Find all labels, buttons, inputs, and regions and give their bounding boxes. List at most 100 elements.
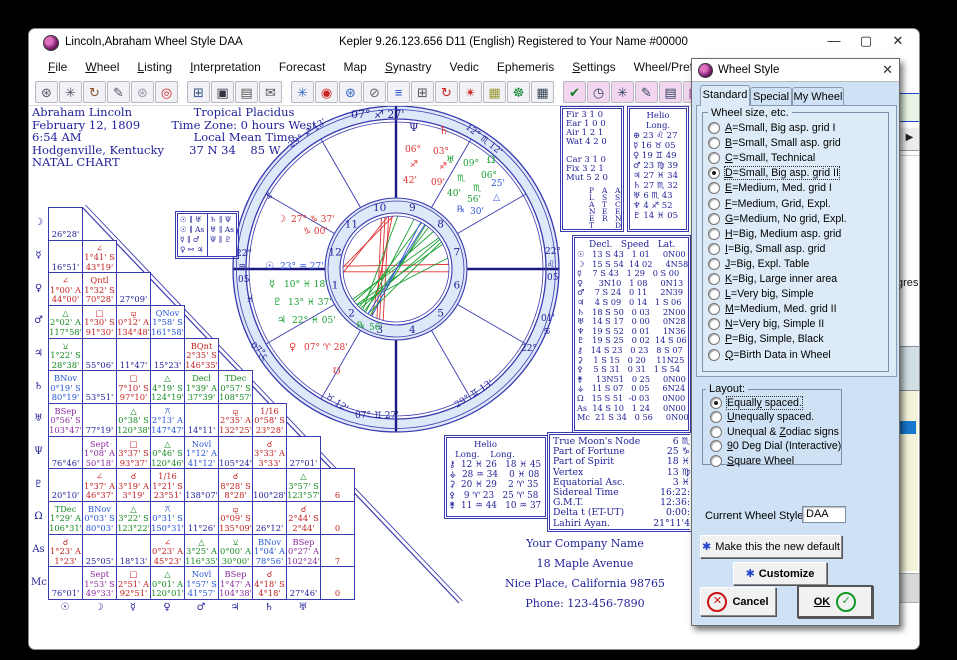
layout-radio[interactable]: Equally spaced. xyxy=(710,396,802,410)
aspect-grid-cell: △3°57' S123°57' xyxy=(286,468,321,502)
dialog-close-icon[interactable]: ✕ xyxy=(882,62,893,78)
refresh-icon[interactable]: ↻ xyxy=(435,81,458,103)
print-icon[interactable]: ▤ xyxy=(235,81,258,103)
customize-button[interactable]: ✱ Customize xyxy=(733,562,827,585)
radio-icon xyxy=(708,167,720,179)
aspect-grid-cell: 100°28' xyxy=(252,468,287,502)
menu-ephemeris[interactable]: Ephemeris xyxy=(488,58,563,76)
radio-label: M=Medium, Med. grid II xyxy=(725,303,837,315)
dharma-icon[interactable]: ☸ xyxy=(507,81,530,103)
wheel-size-radio[interactable]: K=Big, Large inner area xyxy=(708,272,837,286)
svg-text:09°: 09° xyxy=(463,159,479,169)
svg-text:30': 30' xyxy=(470,207,484,217)
svg-text:7: 7 xyxy=(454,247,461,259)
check-icon[interactable]: ✔ xyxy=(563,81,586,103)
aspect-grid-cell: ∠0°23' A45°23' xyxy=(150,534,185,568)
wheel-size-radio[interactable]: P=Big, Simple, Black xyxy=(708,332,824,346)
wheel-size-radio[interactable]: Q=Birth Data in Wheel xyxy=(708,348,831,362)
menu-file[interactable]: File xyxy=(39,58,76,76)
radio-label: K=Big, Large inner area xyxy=(725,273,837,285)
ok-button[interactable]: OK ✓ xyxy=(797,585,873,618)
listing-icon[interactable]: ≡ xyxy=(387,81,410,103)
aspect-grid-cell: ∠1°41' S43°19' xyxy=(82,240,117,274)
pages-icon[interactable]: ⊞ xyxy=(411,81,434,103)
report-icon[interactable]: ▤ xyxy=(659,81,682,103)
toolbar-gap xyxy=(179,82,186,102)
mail-icon[interactable]: ✉ xyxy=(259,81,282,103)
aspect-grid-cell: BNov0°19' S80°19' xyxy=(48,370,83,404)
tab-standard[interactable]: Standard xyxy=(700,85,750,106)
declination-speed-latitude-table: Decl. Speed Lat.☉ 13 S 43 1 01 0N00 ☽ 15… xyxy=(574,237,689,431)
aspect-grid-cell: 20°10' xyxy=(48,468,83,502)
wheel-alt-icon[interactable]: ✳ xyxy=(59,81,82,103)
svg-text:2: 2 xyxy=(348,308,355,320)
wheel-size-radio[interactable]: B=Small, Small asp. grid xyxy=(708,136,841,150)
aspect-grid-row-glyph: ☿ xyxy=(31,250,46,261)
save-icon[interactable]: ▣ xyxy=(211,81,234,103)
layout-radio[interactable]: Square Wheel xyxy=(710,454,794,468)
calendar-icon[interactable]: ▦ xyxy=(531,81,554,103)
svg-text:56': 56' xyxy=(369,323,383,333)
target-icon[interactable]: ◎ xyxy=(155,81,178,103)
wheel-size-radio[interactable]: C=Small, Technical xyxy=(708,151,815,165)
close-button[interactable]: ✕ xyxy=(883,33,913,49)
wheel-size-radio[interactable]: F=Medium, Grid, Expl. xyxy=(708,197,831,211)
wheel-size-radio[interactable]: A=Small, Big asp. grid I xyxy=(708,121,835,135)
clock-icon[interactable]: ◷ xyxy=(587,81,610,103)
minimize-button[interactable]: — xyxy=(819,33,849,48)
biwheel-icon[interactable]: ✳ xyxy=(291,81,314,103)
svg-text:♅: ♅ xyxy=(446,155,455,166)
menu-forecast[interactable]: Forecast xyxy=(270,58,335,76)
aspect-grid-row-glyph: Mc xyxy=(31,577,46,588)
wheel-size-radio[interactable]: I=Big, Small asp. grid xyxy=(708,242,825,256)
tab-special[interactable]: Special xyxy=(750,87,792,105)
aspect-grid-cell: Sept1°53' S49°33' xyxy=(82,566,117,600)
make-default-button[interactable]: ✱ Make this the new default xyxy=(700,535,842,558)
wheel-pair-icon[interactable]: ⊛ xyxy=(339,81,362,103)
wheel-edit-icon[interactable]: ✎ xyxy=(107,81,130,103)
menu-map[interactable]: Map xyxy=(335,58,376,76)
aspect-grid-cell: 105°24' xyxy=(218,436,253,470)
wheel-size-radio[interactable]: N=Very big, Simple II xyxy=(708,317,824,331)
chart-copy-icon[interactable]: ⊞ xyxy=(187,81,210,103)
wheel-size-radio[interactable]: H=Big, Medium asp. grid xyxy=(708,227,841,241)
wheel-size-radio[interactable]: J=Big, Expl. Table xyxy=(708,257,809,271)
layout-radio[interactable]: 90 Deg Dial (Interactive) xyxy=(710,439,841,453)
menu-settings[interactable]: Settings xyxy=(563,58,624,76)
wheel-size-radio[interactable]: D=Small, Big asp. grid II xyxy=(708,166,839,180)
wheel-target-icon[interactable]: ◉ xyxy=(315,81,338,103)
menu-wheel[interactable]: Wheel xyxy=(76,58,128,76)
maximize-button[interactable]: ▢ xyxy=(851,33,881,49)
wheel-size-radio[interactable]: L=Very big, Simple xyxy=(708,287,814,301)
background-arrow-button[interactable]: ▶ xyxy=(898,127,920,151)
current-style-input[interactable]: DAA xyxy=(802,506,846,523)
radio-label: 90 Deg Dial (Interactive) xyxy=(727,440,841,452)
percent-icon[interactable]: ⊘ xyxy=(363,81,386,103)
layout-radio[interactable]: Unequally spaced. xyxy=(710,410,814,424)
aspect-grid-row-glyph: As xyxy=(31,544,46,555)
wheel-size-radio[interactable]: G=Medium, No grid, Expl. xyxy=(708,212,847,226)
radio-label: Unequal & Zodiac signs xyxy=(727,426,839,438)
tab-my-wheel[interactable]: My Wheel xyxy=(792,87,844,105)
svg-text:♇: ♇ xyxy=(273,297,282,308)
menu-synastry[interactable]: Synastry xyxy=(376,58,441,76)
wheel-icon[interactable]: ⊛ xyxy=(35,81,58,103)
menu-vedic[interactable]: Vedic xyxy=(441,58,488,76)
wheel-size-radio[interactable]: M=Medium, Med. grid II xyxy=(708,302,837,316)
grid-wheel-icon[interactable]: ▦ xyxy=(483,81,506,103)
star-icon[interactable]: ✴ xyxy=(459,81,482,103)
wheel-time-icon[interactable]: ✳ xyxy=(611,81,634,103)
menu-listing[interactable]: Listing xyxy=(128,58,181,76)
background-green-box xyxy=(898,93,920,122)
menu-interpretation[interactable]: Interpretation xyxy=(181,58,270,76)
wheel-back-icon[interactable]: ↻ xyxy=(83,81,106,103)
layout-radio[interactable]: Unequal & Zodiac signs xyxy=(710,425,839,439)
notes-icon[interactable]: ✎ xyxy=(635,81,658,103)
cancel-button[interactable]: ✕ Cancel xyxy=(700,587,776,616)
background-gray-strip xyxy=(897,573,920,603)
aspect-grid-row-glyph: ♂ xyxy=(31,315,46,326)
aspect-grid-cell: 138°07' xyxy=(184,468,219,502)
aspect-grid-cell: △2°02' A117°58' xyxy=(48,305,83,339)
wheel-light-icon[interactable]: ⊛ xyxy=(131,81,154,103)
wheel-size-radio[interactable]: E=Medium, Med. grid I xyxy=(708,181,832,195)
